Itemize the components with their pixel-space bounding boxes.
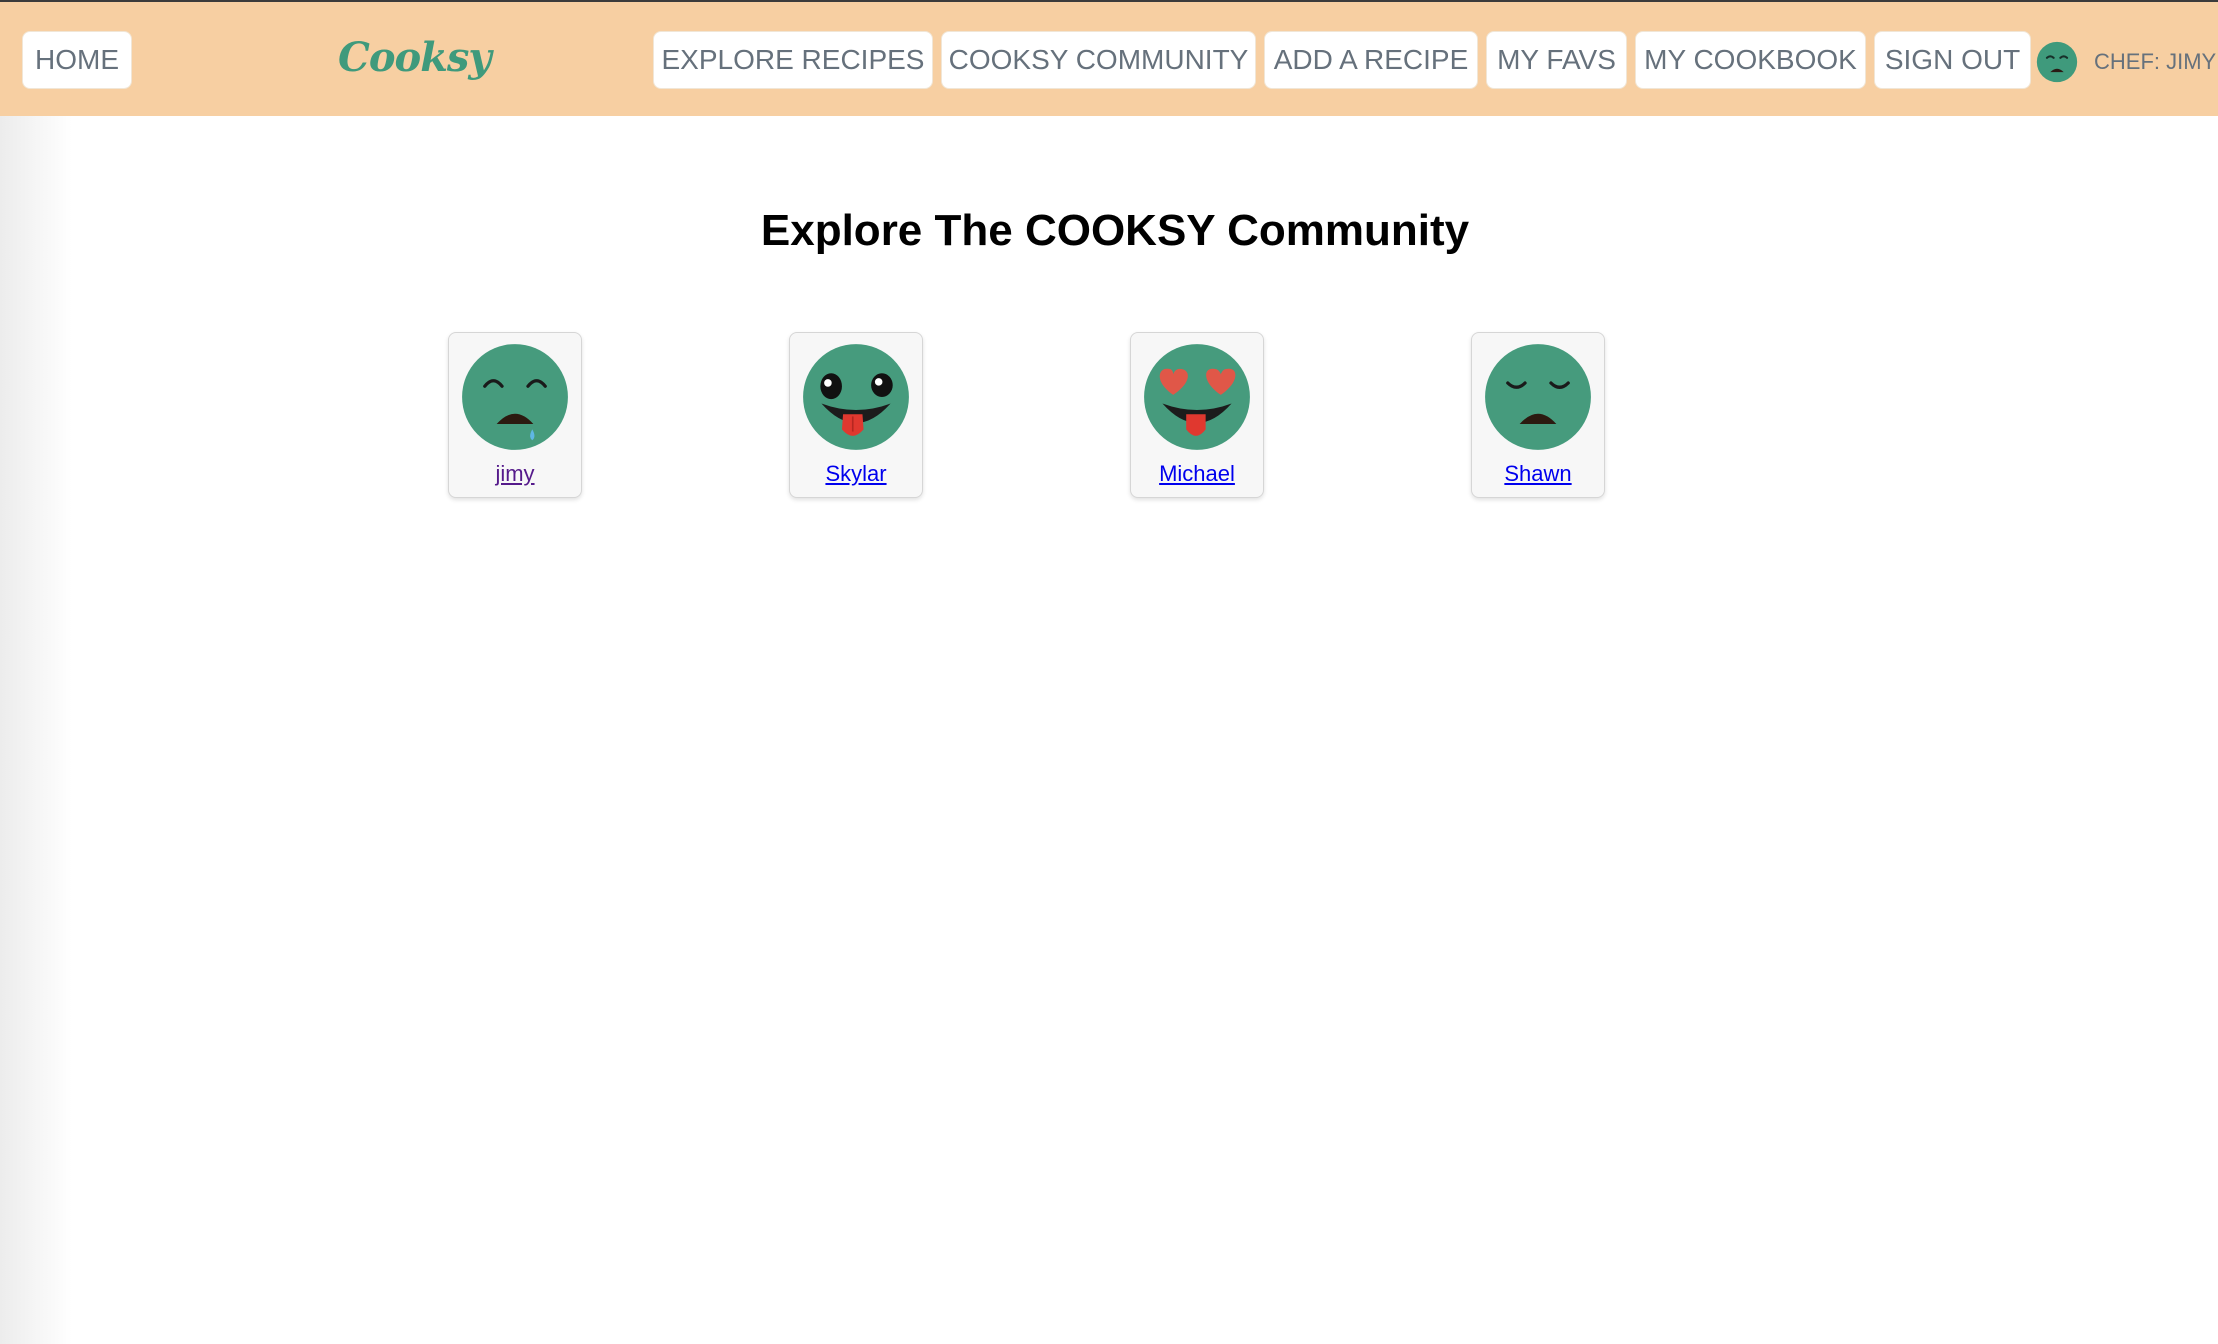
top-navbar: HOME Cooksy EXPLORE RECIPES COOKSY COMMU… xyxy=(0,0,2218,116)
member-name-link[interactable]: jimy xyxy=(449,461,581,487)
heart-eyes-face-icon xyxy=(1144,344,1250,450)
page-title: Explore The COOKSY Community xyxy=(760,206,1470,255)
member-name-link[interactable]: Skylar xyxy=(790,461,922,487)
cooksy-community-button[interactable]: COOKSY COMMUNITY xyxy=(941,31,1256,89)
my-favs-button[interactable]: MY FAVS xyxy=(1486,31,1627,89)
member-name-link[interactable]: Shawn xyxy=(1472,461,1604,487)
add-recipe-button[interactable]: ADD A RECIPE xyxy=(1264,31,1478,89)
chef-avatar-sad-face-icon[interactable] xyxy=(2036,41,2078,83)
my-cookbook-button[interactable]: MY COOKBOOK xyxy=(1635,31,1866,89)
cooksy-logo[interactable]: Cooksy xyxy=(338,34,492,81)
sign-out-button[interactable]: SIGN OUT xyxy=(1874,31,2031,89)
member-name-link[interactable]: Michael xyxy=(1131,461,1263,487)
member-card-jimy[interactable]: jimy xyxy=(448,332,582,498)
home-button[interactable]: HOME xyxy=(22,31,132,89)
member-card-shawn[interactable]: Shawn xyxy=(1471,332,1605,498)
member-card-michael[interactable]: Michael xyxy=(1130,332,1264,498)
left-edge-shade xyxy=(0,116,72,1344)
chef-name-label: CHEF: JIMY xyxy=(2094,49,2217,74)
sad-face-icon xyxy=(1485,344,1591,450)
member-card-skylar[interactable]: Skylar xyxy=(789,332,923,498)
explore-recipes-button[interactable]: EXPLORE RECIPES xyxy=(653,31,933,89)
tongue-out-face-icon xyxy=(803,344,909,450)
crying-face-icon xyxy=(462,344,568,450)
